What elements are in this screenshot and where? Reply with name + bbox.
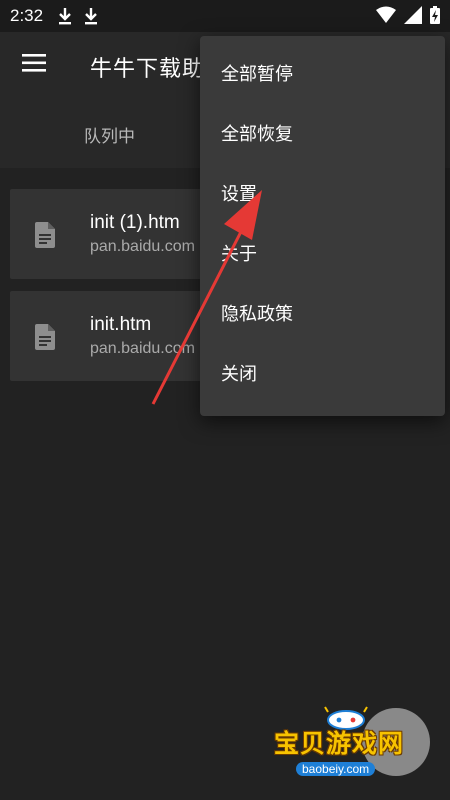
file-name: init.htm <box>90 314 152 335</box>
file-icon <box>35 222 55 248</box>
battery-icon <box>430 6 440 24</box>
watermark-url: baobeiy.com <box>296 762 376 776</box>
menu-item-resume-all[interactable]: 全部恢复 <box>200 105 445 165</box>
menu-item-pause-all[interactable]: 全部暂停 <box>200 45 445 105</box>
watermark-logo: 宝贝游戏网 baobeiy.com <box>272 706 422 790</box>
menu-item-about[interactable]: 关于 <box>200 225 445 285</box>
status-bar: 2:32 <box>0 0 450 32</box>
file-icon <box>35 324 55 350</box>
watermark-text: 宝贝游戏网 <box>274 729 405 758</box>
tab-queue[interactable]: 队列中 <box>84 122 135 147</box>
file-name: init (1).htm <box>90 212 180 233</box>
download-notification-icon <box>85 8 98 25</box>
menu-item-close[interactable]: 关闭 <box>200 345 445 405</box>
menu-item-privacy-policy[interactable]: 隐私政策 <box>200 285 445 345</box>
menu-item-settings[interactable]: 设置 <box>200 165 445 225</box>
download-notification-icon <box>59 8 72 25</box>
status-time: 2:32 <box>10 6 44 25</box>
overflow-menu: 全部暂停 全部恢复 设置 关于 隐私政策 关闭 <box>200 36 445 416</box>
wifi-icon <box>376 6 396 23</box>
file-source: pan.baidu.com <box>90 238 195 255</box>
hamburger-menu-icon[interactable] <box>22 52 48 74</box>
file-source: pan.baidu.com <box>90 340 195 357</box>
signal-icon <box>404 6 422 24</box>
